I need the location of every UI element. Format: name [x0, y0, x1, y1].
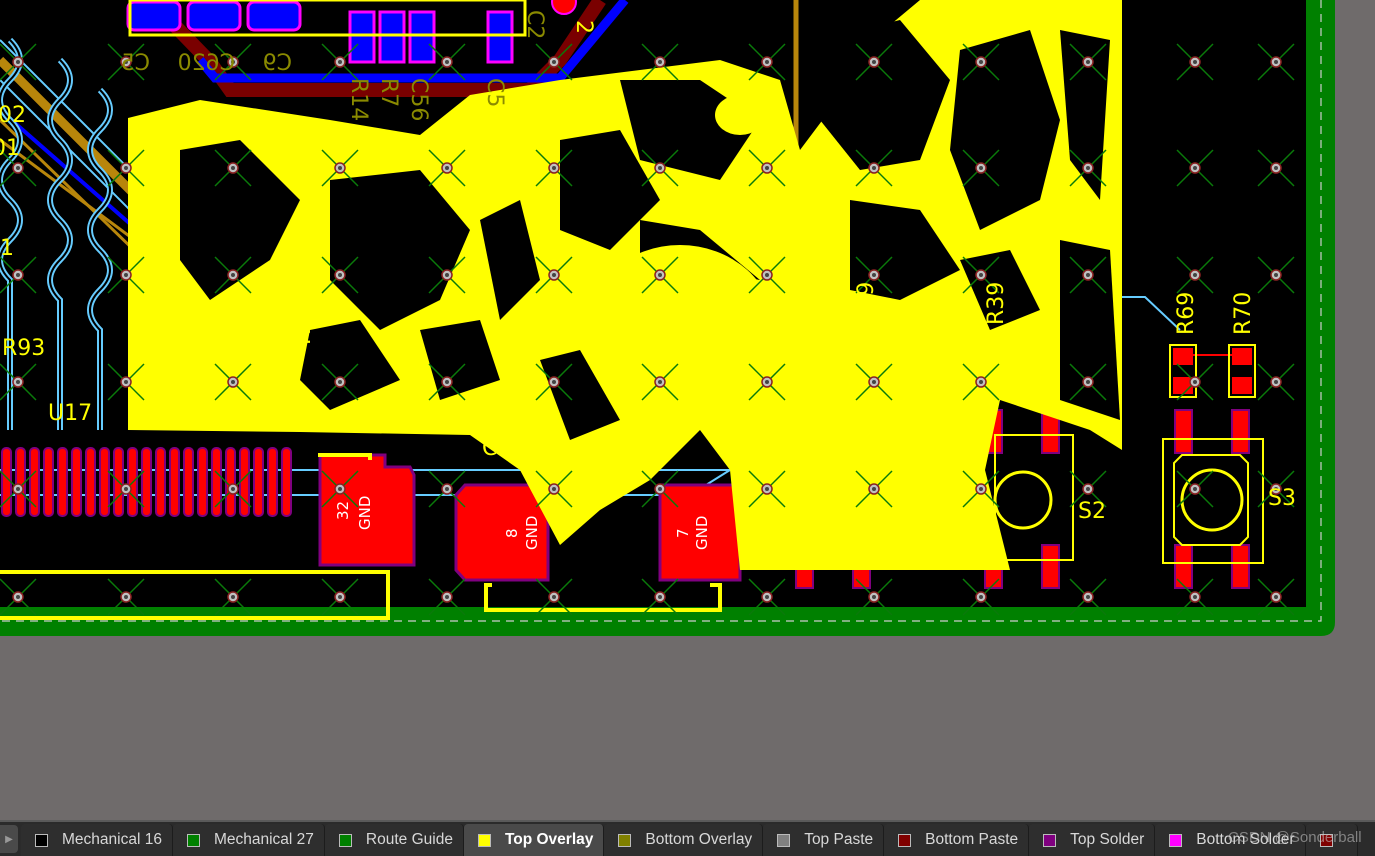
u17-pad	[225, 447, 236, 517]
layer-color-swatch	[186, 833, 200, 847]
u17-pads	[1, 447, 292, 517]
layer-color-swatch	[618, 833, 632, 847]
layer-tab-more[interactable]	[1305, 824, 1358, 856]
u17-pad	[15, 447, 26, 517]
pad7-number: 7	[674, 528, 692, 538]
u17-pad	[253, 447, 264, 517]
u17-pad	[197, 447, 208, 517]
u17-pad	[155, 447, 166, 517]
label-c2: C2	[522, 10, 547, 39]
label-r69: R69	[1174, 292, 1199, 335]
layer-tab-bottom-overlay[interactable]: Bottom Overlay	[604, 824, 764, 856]
layer-color-swatch	[1319, 833, 1333, 847]
label-u17: U17	[48, 401, 92, 426]
layer-tab-label: Mechanical 16	[62, 831, 162, 848]
label-s2: S2	[1078, 499, 1106, 524]
layer-tab-bar: ▶ Mechanical 16 Mechanical 27 Route Guide T…	[0, 820, 1375, 856]
label-cn: CN	[482, 436, 514, 461]
label-r93: R93	[2, 336, 45, 361]
pad7-net: GND	[693, 516, 711, 550]
u17-pad	[99, 447, 110, 517]
u17-pad	[1, 447, 12, 517]
layer-tab-label: Bottom Paste	[925, 831, 1019, 848]
pad8-net: GND	[523, 516, 541, 550]
label-c56: C56	[406, 78, 431, 121]
u17-pad	[71, 447, 82, 517]
layer-color-swatch	[338, 833, 352, 847]
label-q2: 02	[0, 103, 26, 128]
layer-tab-label: Route Guide	[365, 831, 453, 848]
layer-tab-label: Top Overlay	[504, 831, 594, 848]
layer-color-swatch	[898, 833, 912, 847]
tab-scroll-left-button[interactable]: ▶	[0, 825, 18, 853]
label-c9: C9	[263, 51, 292, 76]
label-r70: R70	[1231, 292, 1256, 335]
layer-tab-top-paste[interactable]: Top Paste	[763, 824, 885, 856]
label-c620: C620	[178, 51, 235, 76]
label-r7: R7	[376, 78, 401, 107]
label-c5: C5	[121, 51, 150, 76]
layer-color-swatch	[477, 833, 491, 847]
label-r14: R14	[346, 78, 371, 121]
u17-pad	[281, 447, 292, 517]
u17-pad	[267, 447, 278, 517]
layer-tab-label: Top Paste	[804, 831, 874, 848]
layer-tab-label: Bottom Solder	[1196, 831, 1295, 848]
layer-tab-bottom-solder[interactable]: Bottom Solder	[1155, 824, 1306, 856]
label-r39: R39	[984, 282, 1009, 325]
layer-tab-label: Mechanical 27	[213, 831, 314, 848]
layer-tab-label: Top Solder	[1070, 831, 1145, 848]
u17-pad	[183, 447, 194, 517]
u17-pad	[57, 447, 68, 517]
layer-color-swatch	[1169, 833, 1183, 847]
label-2: 2	[571, 20, 596, 34]
layer-tab-mechanical-27[interactable]: Mechanical 27	[172, 824, 325, 856]
layer-color-swatch	[35, 833, 48, 847]
layer-color-swatch	[777, 833, 791, 847]
label-q1: 01	[0, 136, 20, 161]
layer-tab-top-solder[interactable]: Top Solder	[1029, 824, 1156, 856]
layer-tab-label: Bottom Overlay	[645, 831, 753, 848]
pad32-net: GND	[356, 496, 374, 530]
label-c5b: C5	[482, 78, 507, 107]
label-28: 28	[796, 287, 821, 315]
layer-color-swatch	[1043, 833, 1057, 847]
label-15: 15	[227, 300, 252, 328]
layer-tab-top-overlay[interactable]: Top Overlay	[463, 824, 605, 856]
pad8-number: 8	[503, 528, 521, 538]
layer-tab-mechanical-16[interactable]: Mechanical 16	[21, 824, 173, 856]
label-r89: R89	[257, 307, 282, 350]
u17-pad	[85, 447, 96, 517]
label-r88: R88	[291, 302, 316, 345]
label-s3: S3	[1268, 486, 1296, 511]
layer-tab-route-guide[interactable]: Route Guide	[324, 824, 464, 856]
label-d1: 1	[0, 236, 14, 261]
u17-pad	[43, 447, 54, 517]
layer-tab-bottom-paste[interactable]: Bottom Paste	[884, 824, 1030, 856]
pad32-number: 32	[334, 501, 352, 520]
label-r29: R29	[854, 282, 879, 325]
u17-pad	[239, 447, 250, 517]
u17-pad	[169, 447, 180, 517]
pcb-canvas[interactable]: R93 U17 02 01 1 15 R89 R88 CN 28 R29 R39…	[0, 0, 1375, 820]
